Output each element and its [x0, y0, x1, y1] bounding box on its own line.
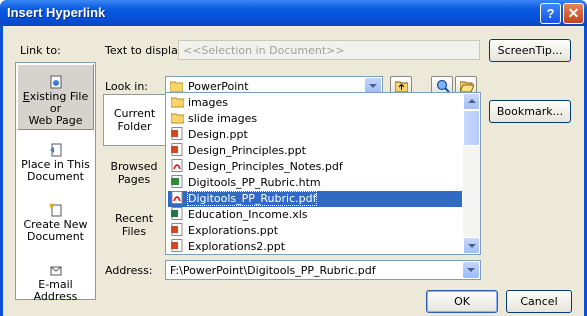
file-name: Design_Principles.ppt — [188, 144, 306, 157]
file-name: Digitools_PP_Rubric.pdf — [186, 191, 318, 206]
file-name: Explorations.ppt — [188, 224, 279, 237]
document-place-icon — [49, 143, 61, 157]
up-folder-icon — [395, 81, 408, 92]
window-title: Insert Hyperlink — [7, 5, 106, 20]
list-item[interactable]: Design_Principles_Notes.pdf — [168, 159, 462, 175]
file-name: slide images — [188, 112, 258, 125]
scroll-thumb[interactable] — [463, 110, 480, 146]
text-to-display-field[interactable]: <<Selection in Document>> — [178, 40, 480, 60]
open-folder-icon — [460, 81, 474, 92]
sidebar-item-email-address[interactable]: E-mail Address — [16, 263, 95, 303]
list-item[interactable]: slide images — [168, 111, 462, 127]
tab-browsed-pages[interactable]: Browsed Pages — [103, 160, 165, 198]
text-to-display-value: <<Selection in Document>> — [183, 44, 345, 57]
bookmark-button[interactable]: Bookmark... — [489, 100, 571, 123]
text-to-display-label: Text to display: — [105, 44, 188, 57]
folder-icon — [170, 81, 183, 92]
close-button[interactable]: ✕ — [563, 3, 584, 24]
tab-label-line1: Current — [113, 107, 156, 120]
list-item[interactable]: Design.ppt — [168, 127, 462, 143]
file-name: images — [188, 96, 228, 109]
ppt-icon — [171, 239, 183, 252]
scroll-down-icon[interactable] — [463, 237, 480, 254]
address-value: F:\PowerPoint\Digitools_PP_Rubric.pdf — [170, 264, 376, 277]
list-item[interactable]: Digitools_PP_Rubric.htm — [168, 175, 462, 191]
sidebar-item-place-in-document[interactable]: Place in This Document — [16, 143, 95, 193]
file-list[interactable]: images slide images Design.ppt Design_Pr… — [165, 92, 481, 255]
cancel-button[interactable]: Cancel — [506, 290, 572, 313]
file-name: Education_Income.xls — [188, 208, 308, 221]
sidebar-label-text: xisting File or — [29, 90, 89, 115]
link-to-sidebar: Existing File or Web Page Place in This … — [15, 62, 96, 303]
web-page-icon — [50, 75, 61, 89]
insert-hyperlink-dialog: Insert Hyperlink ? ✕ Link to: Existing F… — [0, 0, 587, 316]
ppt-icon — [171, 143, 183, 156]
sidebar-label-line2: Document — [27, 170, 84, 183]
list-item[interactable]: Design_Principles.ppt — [168, 143, 462, 159]
tab-current-folder[interactable]: Current Folder — [103, 94, 165, 146]
vertical-scrollbar[interactable] — [463, 93, 480, 254]
tab-label-line2: Folder — [117, 120, 152, 133]
chevron-down-icon[interactable] — [463, 262, 479, 278]
file-name: Design_Principles_Notes.pdf — [188, 160, 343, 173]
xls-icon — [171, 207, 183, 220]
list-item-selected[interactable]: Digitools_PP_Rubric.pdf — [168, 191, 462, 207]
file-name: Explorations2.ppt — [188, 240, 286, 253]
sidebar-item-existing-file[interactable]: Existing File or Web Page — [17, 64, 94, 130]
tab-recent-files[interactable]: Recent Files — [103, 212, 165, 250]
title-bar[interactable]: Insert Hyperlink ? ✕ — [0, 0, 587, 26]
tab-label-line2: Files — [121, 225, 147, 238]
link-to-label: Link to: — [20, 44, 61, 57]
file-name: Design.ppt — [188, 128, 248, 141]
scroll-up-icon[interactable] — [463, 93, 480, 110]
list-item[interactable]: Explorations.ppt — [168, 223, 462, 239]
htm-icon — [171, 175, 183, 188]
address-combo[interactable]: F:\PowerPoint\Digitools_PP_Rubric.pdf — [165, 260, 481, 280]
pdf-icon — [171, 159, 183, 172]
list-item[interactable]: Education_Income.xls — [168, 207, 462, 223]
help-button[interactable]: ? — [540, 3, 561, 24]
sidebar-label-line2: Web Page — [28, 114, 83, 127]
ok-button[interactable]: OK — [426, 290, 498, 313]
file-name: Digitools_PP_Rubric.htm — [188, 176, 321, 189]
sidebar-label-line2: Document — [27, 230, 84, 243]
list-item[interactable]: images — [168, 95, 462, 111]
ppt-icon — [171, 127, 183, 140]
list-item[interactable]: Explorations2.ppt — [168, 239, 462, 254]
folder-icon — [171, 113, 184, 124]
sidebar-label-line1: E-mail Address — [33, 278, 78, 303]
email-icon — [50, 266, 61, 276]
tab-label-line1: Recent — [114, 212, 154, 225]
pdf-icon — [171, 191, 183, 204]
search-web-icon — [436, 79, 450, 93]
ppt-icon — [171, 223, 183, 236]
tab-label-line2: Pages — [117, 173, 151, 186]
folder-icon — [171, 97, 184, 108]
tab-label-line1: Browsed — [110, 160, 158, 173]
screentip-button[interactable]: ScreenTip... — [489, 39, 571, 62]
address-label: Address: — [105, 264, 153, 277]
sidebar-item-create-new-document[interactable]: Create New Document — [16, 203, 95, 253]
new-document-icon — [48, 203, 61, 217]
browse-tabs: Current Folder Browsed Pages Recent File… — [103, 92, 165, 255]
sidebar-label-line1: Existing File or — [22, 90, 89, 115]
